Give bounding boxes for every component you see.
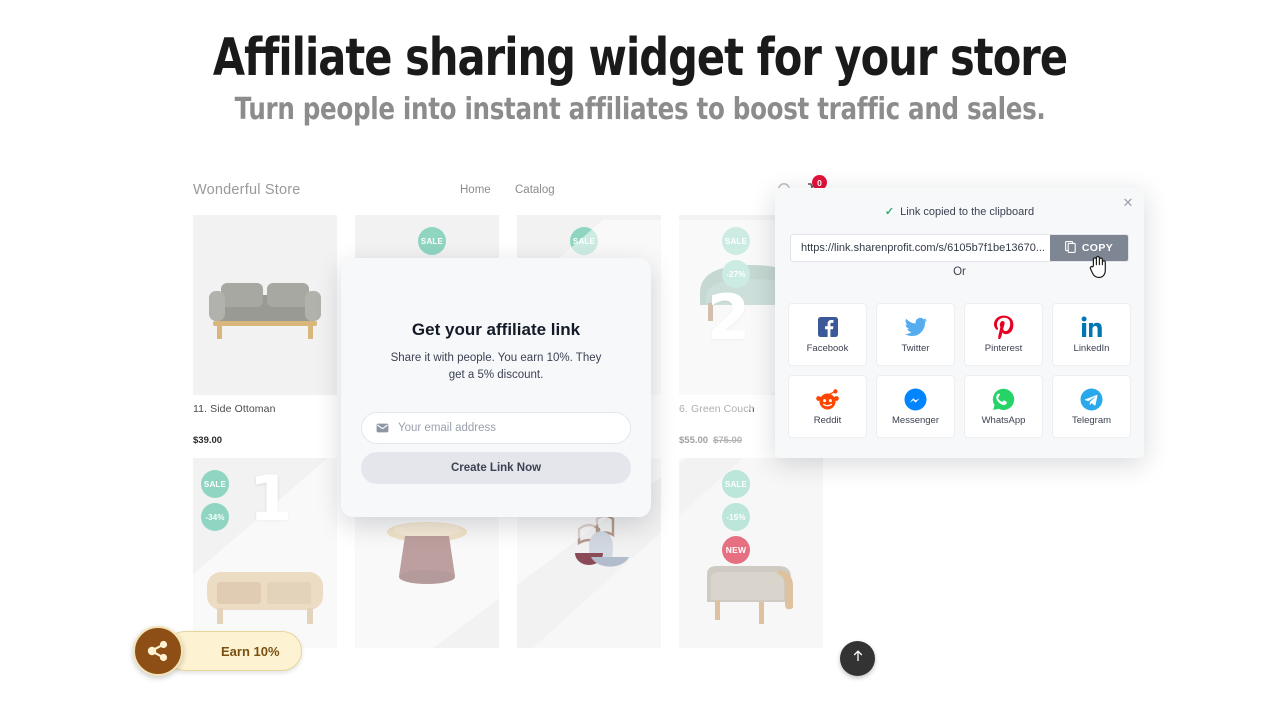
badge-sale: SALE [722,227,750,255]
envelope-icon [376,423,389,433]
twitter-icon [904,315,928,339]
copy-button-label: COPY [1081,242,1114,254]
reddit-icon [816,387,839,411]
page-title: Affiliate sharing widget for your store [212,28,1068,88]
linkedin-icon [1081,315,1103,339]
earn-widget-button[interactable]: Earn 10% [133,626,302,676]
store-logo: Wonderful Store [193,182,301,198]
affiliate-link-modal: Get your affiliate link Share it with pe… [341,258,651,517]
affiliate-modal-description: Share it with people. You earn 10%. They… [390,352,602,381]
create-link-button[interactable]: Create Link Now [361,452,631,484]
share-reddit-label: Reddit [813,415,842,426]
product-price: $55.00 $75.00 [679,435,742,446]
share-telegram-button[interactable]: Telegram [1052,375,1131,438]
badge-discount: -27% [722,260,750,288]
email-field[interactable]: Your email address [361,412,631,444]
share-pinterest-button[interactable]: Pinterest [964,303,1043,366]
share-messenger-label: Messenger [892,415,939,426]
page-root: Affiliate sharing widget for your store … [0,0,1280,720]
product-title: 11. Side Ottoman [193,403,276,415]
clipboard-icon [1064,240,1076,256]
arrow-up-icon [851,649,865,668]
product-price-current: $39.00 [193,435,223,446]
product-rank: 2 [707,281,751,354]
share-twitter-label: Twitter [901,343,930,354]
scroll-to-top-button[interactable] [840,641,875,676]
product-image-beige-ottoman [679,458,823,648]
badge-sale: SALE [418,227,446,255]
badge-discount: -34% [201,503,229,531]
email-field-placeholder: Your email address [398,422,497,434]
badge-new: NEW [722,536,750,564]
product-price-old: $75.00 [713,435,743,446]
share-linkedin-button[interactable]: LinkedIn [1052,303,1131,366]
share-whatsapp-button[interactable]: WhatsApp [964,375,1043,438]
pinterest-icon [993,315,1014,339]
share-popup: ✕ ✓ Link copied to the clipboard https://… [775,188,1144,458]
share-reddit-button[interactable]: Reddit [788,375,867,438]
product-card[interactable] [193,215,337,395]
page-subtitle: Turn people into instant affiliates to b… [234,92,1046,127]
link-copy-row: https://link.sharenprofit.com/s/6105b7f1… [790,234,1129,262]
whatsapp-icon [992,387,1015,411]
share-nodes-icon [133,626,183,676]
earn-label: Earn 10% [165,631,302,671]
share-twitter-button[interactable]: Twitter [876,303,955,366]
share-facebook-label: Facebook [806,343,849,354]
affiliate-modal-title: Get your affiliate link [411,320,581,339]
copy-status-text: Link copied to the clipboard [900,206,1035,218]
facebook-icon [817,315,839,339]
affiliate-link-input[interactable]: https://link.sharenprofit.com/s/6105b7f1… [791,242,1050,254]
share-pinterest-label: Pinterest [984,343,1023,354]
copy-status: ✓ Link copied to the clipboard [775,205,1144,218]
share-telegram-label: Telegram [1071,415,1112,426]
product-image-gray-sofa [193,215,337,395]
messenger-icon [904,387,927,411]
share-linkedin-label: LinkedIn [1073,343,1110,354]
nav-item-catalog[interactable]: Catalog [515,184,555,196]
social-share-grid: Facebook Twitter Pinterest LinkedIn Redd… [788,303,1131,438]
nav-item-home[interactable]: Home [460,184,491,196]
product-price-current: $55.00 [679,435,709,446]
badge-discount: -15% [722,503,750,531]
badge-sale: SALE [201,470,229,498]
mouse-cursor-pointer [1088,255,1108,284]
check-icon: ✓ [884,206,895,218]
telegram-icon [1080,387,1103,411]
share-messenger-button[interactable]: Messenger [876,375,955,438]
product-card[interactable] [679,458,823,648]
product-rank: 1 [249,462,293,535]
product-title: 6. Green Couch [679,403,755,415]
badge-sale: SALE [722,470,750,498]
share-facebook-button[interactable]: Facebook [788,303,867,366]
share-whatsapp-label: WhatsApp [981,415,1026,426]
product-price: $39.00 [193,435,222,446]
badge-sale: SALE [570,227,598,255]
